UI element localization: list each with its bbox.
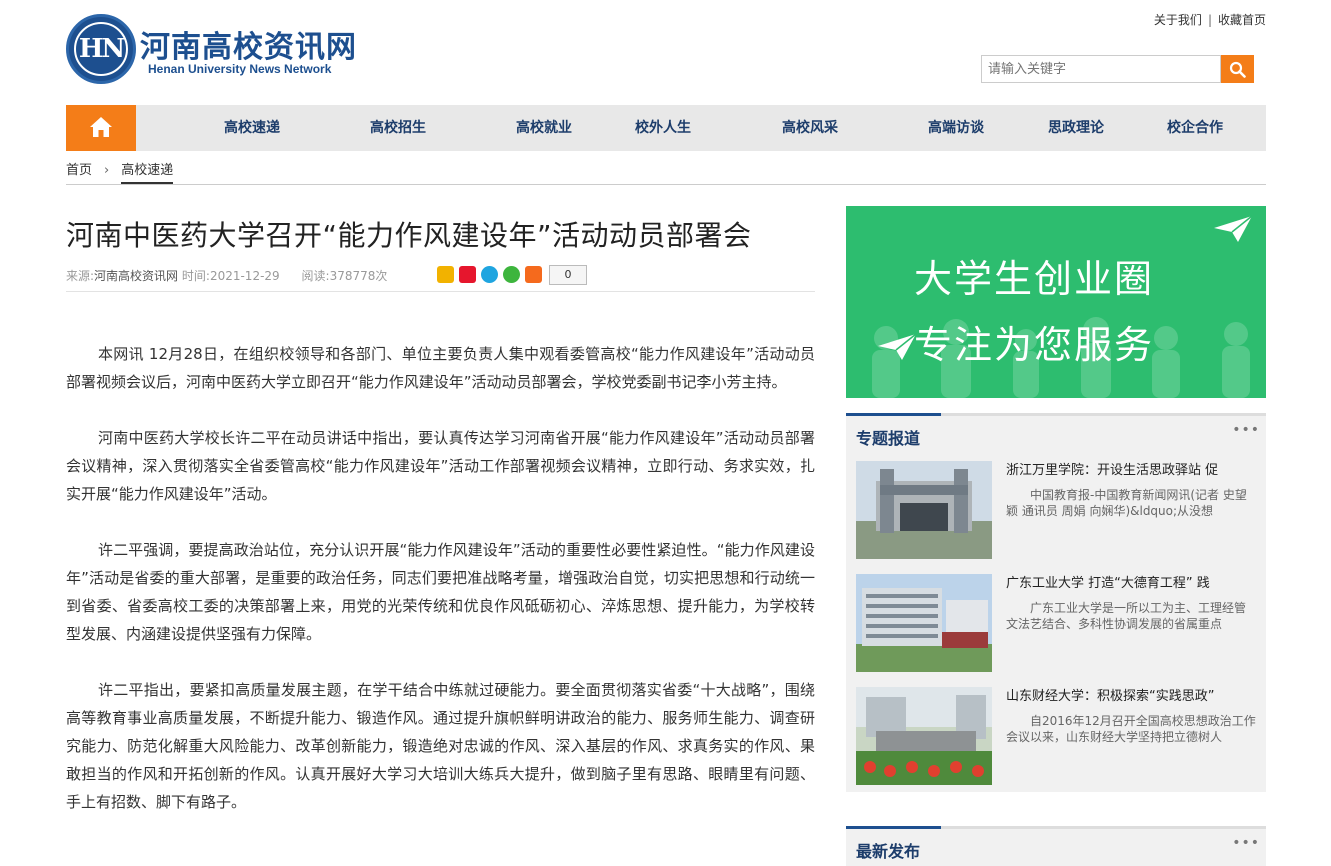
banner-line-2: 专注为您服务: [914, 323, 1155, 367]
breadcrumb: 首页 › 高校速递: [66, 159, 174, 184]
site-name-cn: 河南高校资讯网: [140, 30, 357, 65]
paper-plane-icon: [878, 333, 917, 360]
favorite-link[interactable]: 收藏首页: [1218, 13, 1266, 27]
source-label: 来源:: [66, 269, 95, 283]
latest-section-header: 最新发布 •••: [846, 826, 1266, 866]
latest-heading[interactable]: 最新发布: [856, 838, 920, 862]
nav-item-2[interactable]: 高校招生: [348, 105, 448, 151]
topics-heading[interactable]: 专题报道: [856, 425, 920, 449]
search-input[interactable]: [981, 55, 1221, 83]
article-title: 河南中医药大学召开“能力作风建设年”活动动员部署会: [66, 219, 752, 252]
breadcrumb-divider: [66, 184, 1266, 185]
home-icon: [90, 117, 112, 137]
top-links-separator: |: [1207, 13, 1212, 27]
more-icon[interactable]: •••: [1232, 422, 1260, 438]
nav-item-1[interactable]: 高校速递: [202, 105, 302, 151]
share-count: 0: [549, 265, 587, 285]
paper-plane-icon: [1214, 215, 1253, 242]
nav-item-7[interactable]: 思政理论: [1026, 105, 1126, 151]
weibo-share-icon[interactable]: [459, 266, 476, 283]
qzone-share-icon[interactable]: [437, 266, 454, 283]
wechat-share-icon[interactable]: [503, 266, 520, 283]
more-icon[interactable]: •••: [1232, 835, 1260, 851]
topic-desc: 广东工业大学是一所以工为主、工理经管文法艺结合、多科性协调发展的省属重点: [1006, 601, 1247, 631]
topics-section-header: 专题报道 •••: [846, 413, 1266, 453]
main-nav: 高校速递 高校招生 高校就业 校外人生 高校风采 高端访谈 思政理论 校企合作: [66, 105, 1266, 151]
topic-title[interactable]: 山东财经大学：积极探索“实践思政”: [1006, 685, 1256, 704]
article-source[interactable]: 河南高校资讯网: [94, 269, 178, 283]
top-links: 关于我们 | 收藏首页: [1154, 11, 1266, 28]
nav-item-5[interactable]: 高校风采: [760, 105, 860, 151]
search-icon: [1229, 61, 1246, 78]
time-label: 时间:: [181, 269, 210, 283]
site-logo[interactable]: HN 河南高校资讯网 Henan University News Network: [66, 14, 366, 88]
topic-thumbnail: [856, 461, 992, 559]
meta-divider: [66, 291, 815, 292]
article-date: 2021-12-29: [209, 269, 280, 283]
topic-title[interactable]: 广东工业大学 打造“大德育工程” 践: [1006, 572, 1256, 591]
more-share-icon[interactable]: [525, 266, 542, 283]
banner-line-1: 大学生创业圈: [914, 257, 1155, 301]
article-reads: 378778次: [329, 269, 388, 283]
topic-item[interactable]: 浙江万里学院：开设生活思政驿站 促 中国教育报-中国教育新闻网讯(记者 史望颖 …: [846, 453, 1266, 566]
logo-mark: HN: [78, 34, 125, 64]
nav-item-4[interactable]: 校外人生: [613, 105, 713, 151]
topic-item[interactable]: 山东财经大学：积极探索“实践思政” 自2016年12月召开全国高校思想政治工作会…: [846, 679, 1266, 792]
article-paragraph: 本网讯 12月28日，在组织校领导和各部门、单位主要负责人集中观看委管高校“能力…: [66, 345, 815, 391]
search-box: [981, 55, 1254, 83]
breadcrumb-home[interactable]: 首页: [66, 163, 92, 178]
topic-item[interactable]: 广东工业大学 打造“大德育工程” 践 广东工业大学是一所以工为主、工理经管文法艺…: [846, 566, 1266, 679]
topic-title[interactable]: 浙江万里学院：开设生活思政驿站 促: [1006, 459, 1256, 478]
breadcrumb-current[interactable]: 高校速递: [121, 159, 174, 184]
chevron-right-icon: ›: [104, 163, 110, 178]
about-link[interactable]: 关于我们: [1154, 13, 1202, 27]
nav-home-button[interactable]: [66, 105, 136, 151]
nav-item-3[interactable]: 高校就业: [494, 105, 594, 151]
article-body: 本网讯 12月28日，在组织校领导和各部门、单位主要负责人集中观看委管高校“能力…: [66, 340, 815, 844]
search-button[interactable]: [1221, 55, 1254, 83]
topic-thumbnail: [856, 574, 992, 672]
reads-label: 阅读:: [301, 269, 330, 283]
topic-desc: 中国教育报-中国教育新闻网讯(记者 史望颖 通讯员 周娟 向娴华)&ldquo;…: [1006, 488, 1247, 518]
nav-item-6[interactable]: 高端访谈: [906, 105, 1006, 151]
entrepreneurship-banner[interactable]: 大学生创业圈 专注为您服务: [846, 206, 1266, 398]
logo-emblem: HN: [66, 14, 136, 84]
topic-desc: 自2016年12月召开全国高校思想政治工作会议以来，山东财经大学坚持把立德树人: [1006, 714, 1256, 744]
nav-item-8[interactable]: 校企合作: [1145, 105, 1245, 151]
article-paragraph: 河南中医药大学校长许二平在动员讲话中指出，要认真传达学习河南省开展“能力作风建设…: [66, 429, 815, 503]
tencent-weibo-share-icon[interactable]: [481, 266, 498, 283]
topic-thumbnail: [856, 687, 992, 785]
article-meta: 来源:河南高校资讯网 时间:2021-12-29 阅读:378778次: [66, 267, 387, 284]
article-paragraph: 许二平指出，要紧扣高质量发展主题，在学干结合中练就过硬能力。要全面贯彻落实省委“…: [66, 681, 816, 811]
site-name-en: Henan University News Network: [148, 62, 332, 76]
article-paragraph: 许二平强调，要提高政治站位，充分认识开展“能力作风建设年”活动的重要性必要性紧迫…: [66, 541, 815, 643]
